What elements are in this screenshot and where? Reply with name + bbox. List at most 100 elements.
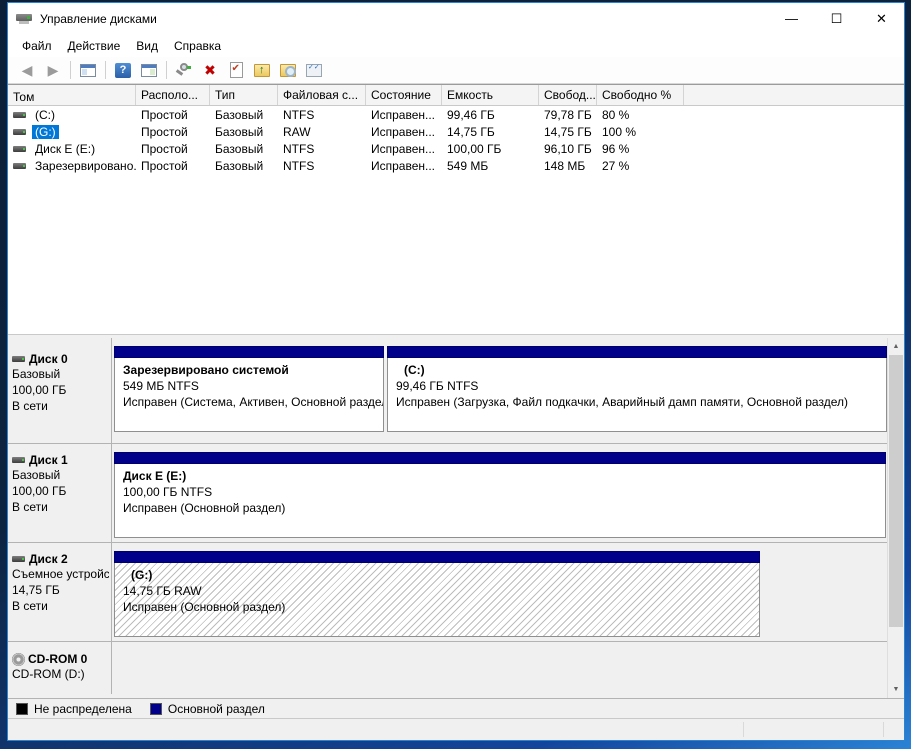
minimize-button[interactable]: — [769,3,814,34]
partition-color-bar [114,452,886,464]
partition-color-bar [114,551,760,563]
toolbar: ◀ ▶ ? ✖ ✓✓ [8,57,904,84]
disk-kind: Съемное устройство [12,566,109,582]
volume-free-pct: 80 % [597,108,684,122]
partition-info: 99,46 ГБ NTFS [396,378,878,394]
volume-free-pct: 96 % [597,142,684,156]
console-tree-icon [80,64,96,77]
column-header-volume[interactable]: Том [8,85,136,105]
legend-label: Основной раздел [168,702,265,716]
toolbar-separator [105,61,106,79]
disk-1-label[interactable]: Диск 1 Базовый 100,00 ГБ В сети [8,444,112,542]
scrollbar-track[interactable] [888,355,904,681]
folder-up-icon [254,64,270,77]
partition-name: (G:) [123,567,751,583]
volume-free: 96,10 ГБ [539,142,597,156]
console-content: Том Располо... Тип Файловая с... Состоян… [8,84,904,718]
cdrom-0-label[interactable]: CD-ROM 0 CD-ROM (D:) [8,642,112,694]
partition-state: Исправен (Загрузка, Файл подкачки, Авари… [396,394,878,410]
volume-fs: NTFS [278,159,366,173]
partition-color-bar [114,346,384,358]
partition-name: (C:) [396,362,878,378]
menu-help[interactable]: Справка [166,36,229,56]
maximize-button[interactable]: ☐ [814,3,859,34]
volume-row-g-selected[interactable]: (G:) Простой Базовый RAW Исправен... 14,… [8,123,904,140]
legend-unallocated: Не распределена [16,702,132,716]
disk-status: В сети [12,499,109,515]
menu-bar: Файл Действие Вид Справка [8,34,904,57]
volume-row-e[interactable]: Диск E (E:) Простой Базовый NTFS Исправе… [8,140,904,157]
disk-1-row: Диск 1 Базовый 100,00 ГБ В сети Диск E (… [8,444,887,543]
column-header-free-pct[interactable]: Свободно % [597,85,684,105]
partition-g-selected[interactable]: (G:) 14,75 ГБ RAW Исправен (Основной раз… [114,551,760,641]
disk-kind: Базовый [12,467,109,483]
window-title: Управление дисками [40,12,157,26]
partition-e[interactable]: Диск E (E:) 100,00 ГБ NTFS Исправен (Осн… [114,452,886,542]
statusbar-separator [743,722,744,737]
forward-button[interactable]: ▶ [41,59,65,81]
column-header-fs[interactable]: Файловая с... [278,85,366,105]
vertical-scrollbar[interactable]: ▲ ▼ [887,338,904,698]
column-header-layout[interactable]: Располо... [136,85,210,105]
volume-icon [13,163,26,169]
action-pane-button[interactable] [137,59,161,81]
disk-name: Диск 2 [29,552,68,566]
menu-action[interactable]: Действие [60,36,129,56]
disk-2-label[interactable]: Диск 2 Съемное устройство 14,75 ГБ В сет… [8,543,112,641]
column-header-type[interactable]: Тип [210,85,278,105]
volume-row-c[interactable]: (C:) Простой Базовый NTFS Исправен... 99… [8,106,904,123]
status-bar [8,718,904,740]
partition-c[interactable]: (C:) 99,46 ГБ NTFS Исправен (Загрузка, Ф… [387,346,887,443]
partition-state: Исправен (Основной раздел) [123,500,877,516]
legend-bar: Не распределена Основной раздел [8,698,904,718]
help-button[interactable]: ? [111,59,135,81]
disk-graphical-view: Диск 0 Базовый 100,00 ГБ В сети Зарезерв… [8,338,904,698]
legend-primary-partition: Основной раздел [150,702,265,716]
scroll-down-icon[interactable]: ▼ [888,681,904,698]
column-header-status[interactable]: Состояние [366,85,442,105]
volume-layout: Простой [136,125,210,139]
check-disk-button[interactable] [224,59,248,81]
volume-row-reserved[interactable]: Зарезервировано... Простой Базовый NTFS … [8,157,904,174]
volume-label-selected: (G:) [32,125,59,139]
partition-name: Диск E (E:) [123,468,877,484]
menu-file[interactable]: Файл [14,36,60,56]
scrollbar-thumb[interactable] [889,355,903,627]
disk-status: В сети [12,398,109,414]
volume-icon [13,129,26,135]
volume-free: 79,78 ГБ [539,108,597,122]
column-header-capacity[interactable]: Емкость [442,85,539,105]
folder-up-button[interactable] [250,59,274,81]
delete-button[interactable]: ✖ [198,59,222,81]
column-header-free[interactable]: Свобод... [539,85,597,105]
toolbar-separator [70,61,71,79]
volume-status: Исправен... [366,108,442,122]
menu-view[interactable]: Вид [128,36,166,56]
disk-name: CD-ROM 0 [28,652,87,666]
explore-button[interactable] [276,59,300,81]
disk-0-row: Диск 0 Базовый 100,00 ГБ В сети Зарезерв… [8,338,887,444]
console-tree-button[interactable] [76,59,100,81]
app-icon [16,12,34,26]
disk-0-label[interactable]: Диск 0 Базовый 100,00 ГБ В сети [8,338,112,443]
partition-info: 14,75 ГБ RAW [123,583,751,599]
statusbar-separator [883,722,884,737]
volume-capacity: 14,75 ГБ [442,125,539,139]
volume-layout: Простой [136,108,210,122]
volume-fs: NTFS [278,108,366,122]
close-button[interactable]: ✕ [859,3,904,34]
partition-info: 549 МБ NTFS [123,378,375,394]
legend-label: Не распределена [34,702,132,716]
volume-label: Диск E (E:) [32,142,98,156]
properties-list-button[interactable]: ✓✓ [302,59,326,81]
partition-name: Зарезервировано системой [123,362,375,378]
partition-info: 100,00 ГБ NTFS [123,484,877,500]
partition-system-reserved[interactable]: Зарезервировано системой 549 МБ NTFS Исп… [114,346,384,443]
disk-status: В сети [12,598,109,614]
rescan-button[interactable] [172,59,196,81]
properties-list-icon: ✓✓ [306,64,322,77]
back-button[interactable]: ◀ [15,59,39,81]
toolbar-separator [166,61,167,79]
title-bar[interactable]: Управление дисками — ☐ ✕ [8,3,904,34]
scroll-up-icon[interactable]: ▲ [888,338,904,355]
